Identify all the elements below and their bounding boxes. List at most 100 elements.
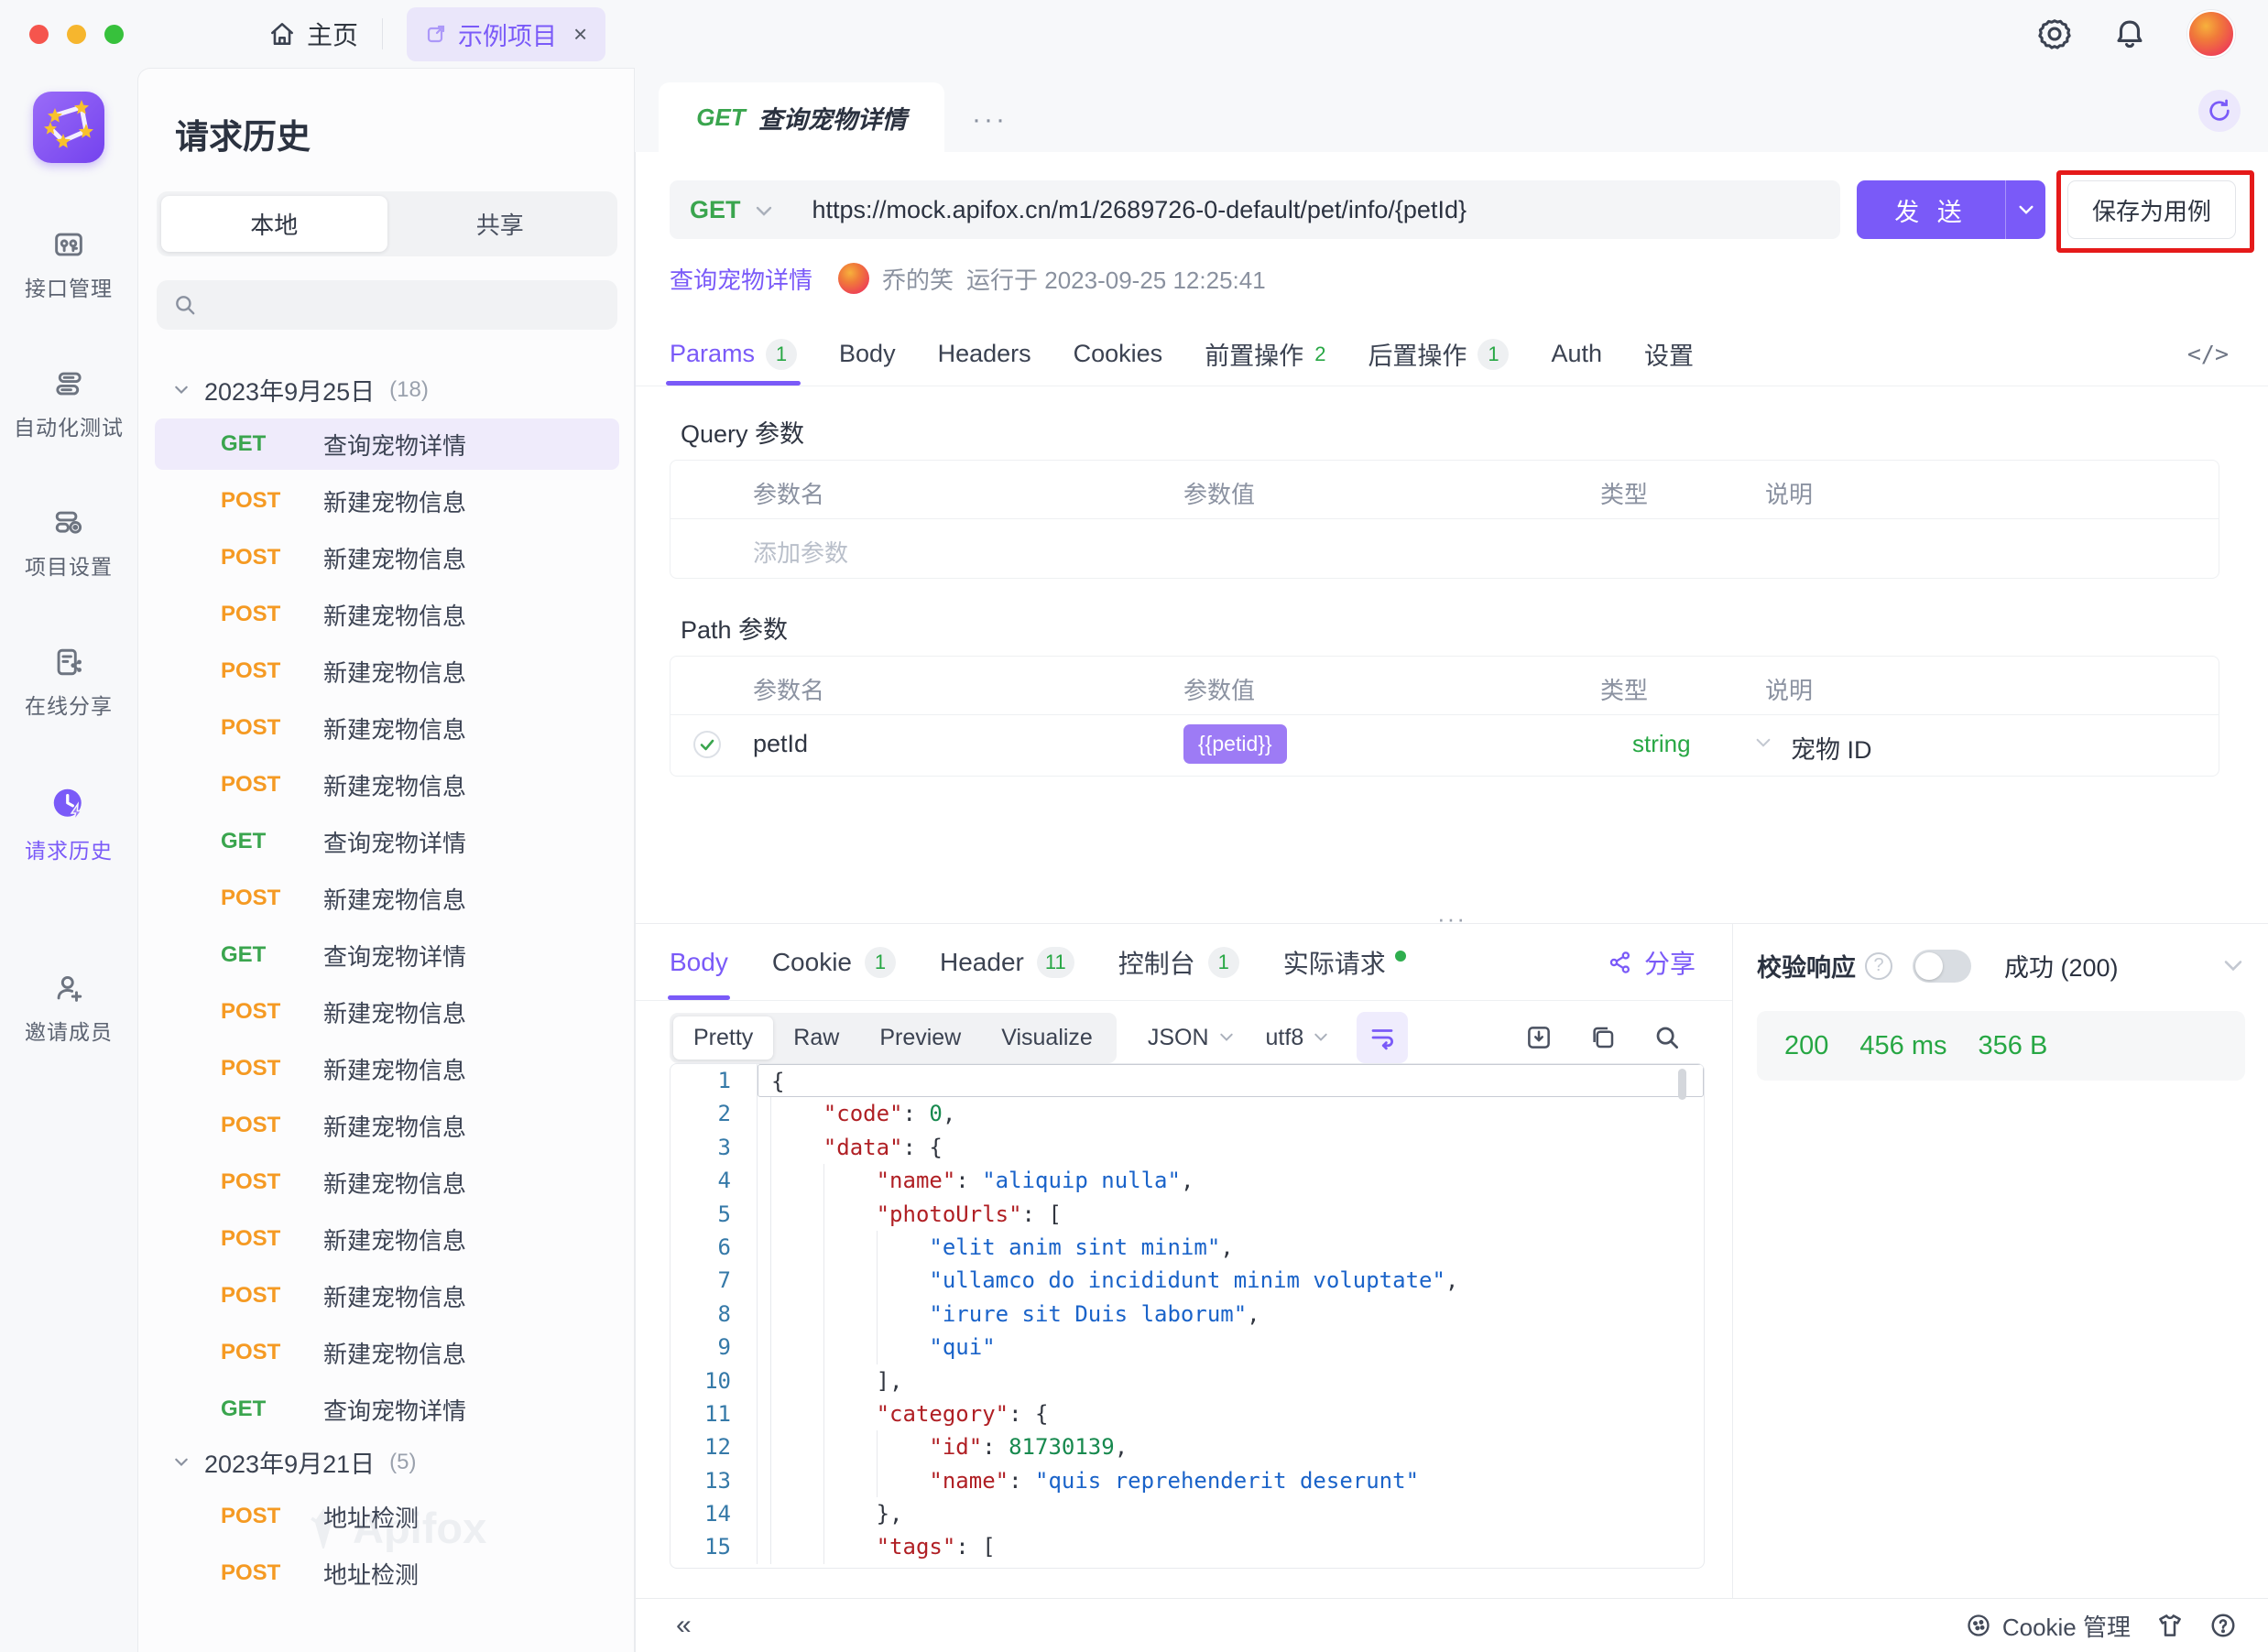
app-logo[interactable] — [33, 92, 104, 163]
history-item[interactable]: GET查询宠物详情 — [155, 929, 619, 981]
config-tab-auth[interactable]: Auth — [1551, 322, 1602, 386]
view-mode-pretty[interactable]: Pretty — [673, 1016, 773, 1060]
scope-tab-local[interactable]: 本地 — [161, 196, 387, 252]
user-avatar[interactable] — [2187, 10, 2235, 58]
line-content: "name": "quis reprehenderit deserunt" — [758, 1464, 1704, 1497]
word-wrap-toggle[interactable] — [1357, 1012, 1408, 1063]
notifications-bell-icon[interactable] — [2112, 16, 2147, 51]
add-param-row[interactable]: 添加参数 — [671, 519, 2219, 578]
home-button[interactable]: 主页 — [268, 16, 358, 52]
encoding-select[interactable]: utf8 — [1266, 1025, 1330, 1051]
api-link[interactable]: 查询宠物详情 — [670, 262, 812, 296]
history-sidebar: 请求历史 本地共享 Apifox 2023年9月25日(18)GET查询宠物详情… — [137, 68, 635, 1652]
help-icon[interactable] — [2209, 1612, 2237, 1639]
history-item[interactable]: POST新建宠物信息 — [155, 1213, 619, 1265]
editor-scrollbar[interactable] — [1678, 1069, 1686, 1100]
url-input[interactable]: GET https://mock.apifox.cn/m1/2689726-0-… — [670, 180, 1840, 239]
param-name[interactable]: petId — [753, 730, 808, 758]
history-item[interactable]: POST新建宠物信息 — [155, 1100, 619, 1151]
cookie-manager-button[interactable]: Cookie 管理 — [1966, 1609, 2131, 1643]
history-item[interactable]: GET查询宠物详情 — [155, 816, 619, 867]
scope-tab-shared[interactable]: 共享 — [387, 196, 614, 252]
save-as-case-button[interactable]: 保存为用例 — [2067, 180, 2236, 239]
copy-icon[interactable] — [1589, 1024, 1617, 1051]
rail-item-online-share[interactable]: 在线分享 — [25, 647, 113, 720]
history-item[interactable]: POST地址检测 — [155, 1548, 619, 1599]
history-item[interactable]: POST新建宠物信息 — [155, 1043, 619, 1094]
param-value-pill[interactable]: {{petid}} — [1183, 724, 1287, 764]
history-item[interactable]: POST新建宠物信息 — [155, 589, 619, 640]
rail-item-request-history[interactable]: 请求历史 — [25, 786, 113, 864]
close-window-button[interactable] — [29, 25, 49, 44]
config-tab-cookies[interactable]: Cookies — [1074, 322, 1163, 386]
request-tab-active[interactable]: GET 查询宠物详情 — [659, 82, 944, 152]
history-item[interactable]: POST新建宠物信息 — [155, 1270, 619, 1321]
response-tab-cookie[interactable]: Cookie1 — [772, 924, 896, 1000]
query-params-table: 参数名参数值类型说明 添加参数 — [670, 460, 2219, 579]
history-item[interactable]: POST新建宠物信息 — [155, 1327, 619, 1378]
param-type[interactable]: string — [1632, 730, 1691, 758]
rail-item-project-settings[interactable]: 项目设置 — [25, 507, 113, 581]
share-button[interactable]: 分享 — [1608, 944, 1696, 981]
config-tab-设置[interactable]: 设置 — [1644, 322, 1694, 386]
send-options-chevron[interactable] — [2005, 180, 2045, 239]
code-line: 5"photoUrls": [ — [671, 1198, 1704, 1231]
history-item[interactable]: POST新建宠物信息 — [155, 646, 619, 697]
sync-button[interactable] — [2198, 90, 2241, 132]
history-item[interactable]: POST新建宠物信息 — [155, 759, 619, 810]
history-item[interactable]: POST新建宠物信息 — [155, 1157, 619, 1208]
history-group-header[interactable]: 2023年9月25日(18) — [173, 372, 634, 408]
rail-item-api-manage[interactable]: 接口管理 — [25, 229, 113, 302]
response-body-editor[interactable]: 1{2"code": 0,3"data": {4"name": "aliquip… — [670, 1063, 1705, 1569]
validation-toggle[interactable] — [1913, 950, 1971, 983]
collapse-sidebar-icon[interactable]: « — [676, 1610, 692, 1641]
history-search-input[interactable] — [157, 280, 617, 330]
response-tab-控制台[interactable]: 控制台1 — [1118, 924, 1239, 1000]
config-tab-后置操作[interactable]: 后置操作1 — [1368, 322, 1509, 386]
config-tab-params[interactable]: Params1 — [670, 322, 797, 386]
collapse-chevron-icon[interactable] — [2221, 959, 2245, 973]
view-mode-visualize[interactable]: Visualize — [981, 1016, 1113, 1060]
format-select[interactable]: JSON — [1148, 1025, 1235, 1051]
history-item[interactable]: GET查询宠物详情 — [155, 1384, 619, 1435]
minimize-window-button[interactable] — [67, 25, 86, 44]
rail-item-label: 自动化测试 — [14, 410, 124, 441]
response-tab-label: 控制台 — [1118, 944, 1195, 981]
rail-item-auto-test[interactable]: 自动化测试 — [14, 368, 124, 441]
response-tab-header[interactable]: Header11 — [940, 924, 1074, 1000]
view-mode-raw[interactable]: Raw — [773, 1016, 859, 1060]
close-tab-icon[interactable]: × — [573, 20, 587, 49]
response-tab-实际请求[interactable]: 实际请求 — [1283, 924, 1406, 1000]
token: "aliquip nulla" — [982, 1168, 1181, 1193]
history-item[interactable]: POST新建宠物信息 — [155, 532, 619, 583]
param-desc[interactable]: 宠物 ID — [1791, 730, 1872, 766]
send-button[interactable]: 发 送 — [1857, 180, 2045, 239]
response-tab-body[interactable]: Body — [670, 924, 728, 1000]
history-item[interactable]: POST新建宠物信息 — [155, 702, 619, 754]
theme-shirt-icon[interactable] — [2156, 1612, 2184, 1639]
help-circle-icon[interactable]: ? — [1865, 952, 1892, 980]
code-view-icon[interactable]: </> — [2187, 341, 2229, 367]
history-item[interactable]: POST地址检测 — [155, 1491, 619, 1542]
method-select[interactable]: GET — [690, 196, 741, 224]
project-tab[interactable]: 示例项目 × — [407, 7, 605, 61]
history-group-header[interactable]: 2023年9月21日(5) — [173, 1444, 634, 1480]
maximize-window-button[interactable] — [104, 25, 124, 44]
rail-item-invite-member[interactable]: 邀请成员 — [25, 973, 113, 1046]
config-tab-前置操作[interactable]: 前置操作2 — [1205, 322, 1325, 386]
param-enabled-check-icon[interactable] — [692, 730, 722, 759]
download-icon[interactable] — [1525, 1024, 1553, 1051]
rail: 接口管理自动化测试项目设置在线分享请求历史邀请成员 — [0, 68, 137, 1652]
config-tab-headers[interactable]: Headers — [938, 322, 1031, 386]
settings-gear-icon[interactable] — [2037, 16, 2072, 51]
more-tabs-button[interactable]: ··· — [972, 104, 1008, 136]
view-mode-preview[interactable]: Preview — [859, 1016, 981, 1060]
history-item[interactable]: POST新建宠物信息 — [155, 475, 619, 527]
response-tab-label: 实际请求 — [1283, 944, 1386, 981]
search-in-body-icon[interactable] — [1653, 1024, 1681, 1051]
history-item[interactable]: POST新建宠物信息 — [155, 986, 619, 1038]
config-tab-body[interactable]: Body — [839, 322, 896, 386]
history-item[interactable]: POST新建宠物信息 — [155, 873, 619, 924]
history-item[interactable]: GET查询宠物详情 — [155, 418, 619, 470]
token: : — [955, 1168, 982, 1193]
